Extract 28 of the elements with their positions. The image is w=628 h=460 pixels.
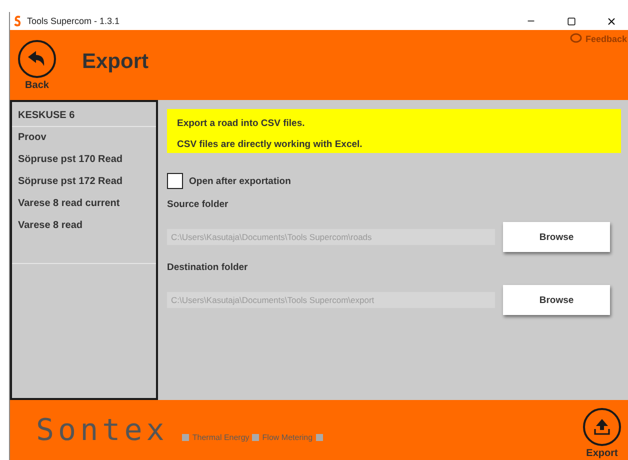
browse-button[interactable]: Browse bbox=[503, 285, 610, 315]
square-icon bbox=[182, 434, 190, 440]
window-title: Tools Supercom - 1.3.1 bbox=[27, 16, 120, 26]
folder-label: Source folder bbox=[167, 199, 230, 210]
tagline-text: Thermal Energy bbox=[192, 432, 250, 442]
square-icon bbox=[252, 434, 260, 440]
close-icon bbox=[606, 16, 616, 26]
road-item[interactable]: Varese 8 read current bbox=[12, 193, 156, 215]
checkbox[interactable] bbox=[167, 173, 183, 189]
road-item[interactable]: Proov bbox=[12, 127, 156, 149]
road-item[interactable]: Söpruse pst 170 Read bbox=[12, 149, 156, 171]
chat-bubble-icon bbox=[570, 33, 582, 44]
browse-button[interactable]: Browse bbox=[503, 222, 610, 252]
checkbox-label: Open after exportation bbox=[189, 176, 291, 186]
folder-label: Destination folder bbox=[167, 262, 249, 273]
maximize-icon bbox=[566, 16, 576, 26]
info-text: CSV files are directly working with Excel. bbox=[177, 139, 364, 150]
road-item[interactable]: Varese 8 read bbox=[12, 215, 156, 237]
back-arrow-icon bbox=[27, 50, 47, 68]
tagline-text: Flow Metering bbox=[262, 432, 313, 442]
info-text: Export a road into CSV files. bbox=[177, 118, 306, 129]
logo: Sontex bbox=[36, 412, 168, 448]
app-icon bbox=[13, 15, 23, 27]
road-item[interactable]: Söpruse pst 172 Read bbox=[12, 171, 156, 193]
group-header: KESKUSE 6 bbox=[12, 102, 156, 127]
square-icon bbox=[316, 434, 323, 440]
page-title: Export bbox=[82, 50, 149, 74]
upload-icon bbox=[593, 418, 611, 436]
